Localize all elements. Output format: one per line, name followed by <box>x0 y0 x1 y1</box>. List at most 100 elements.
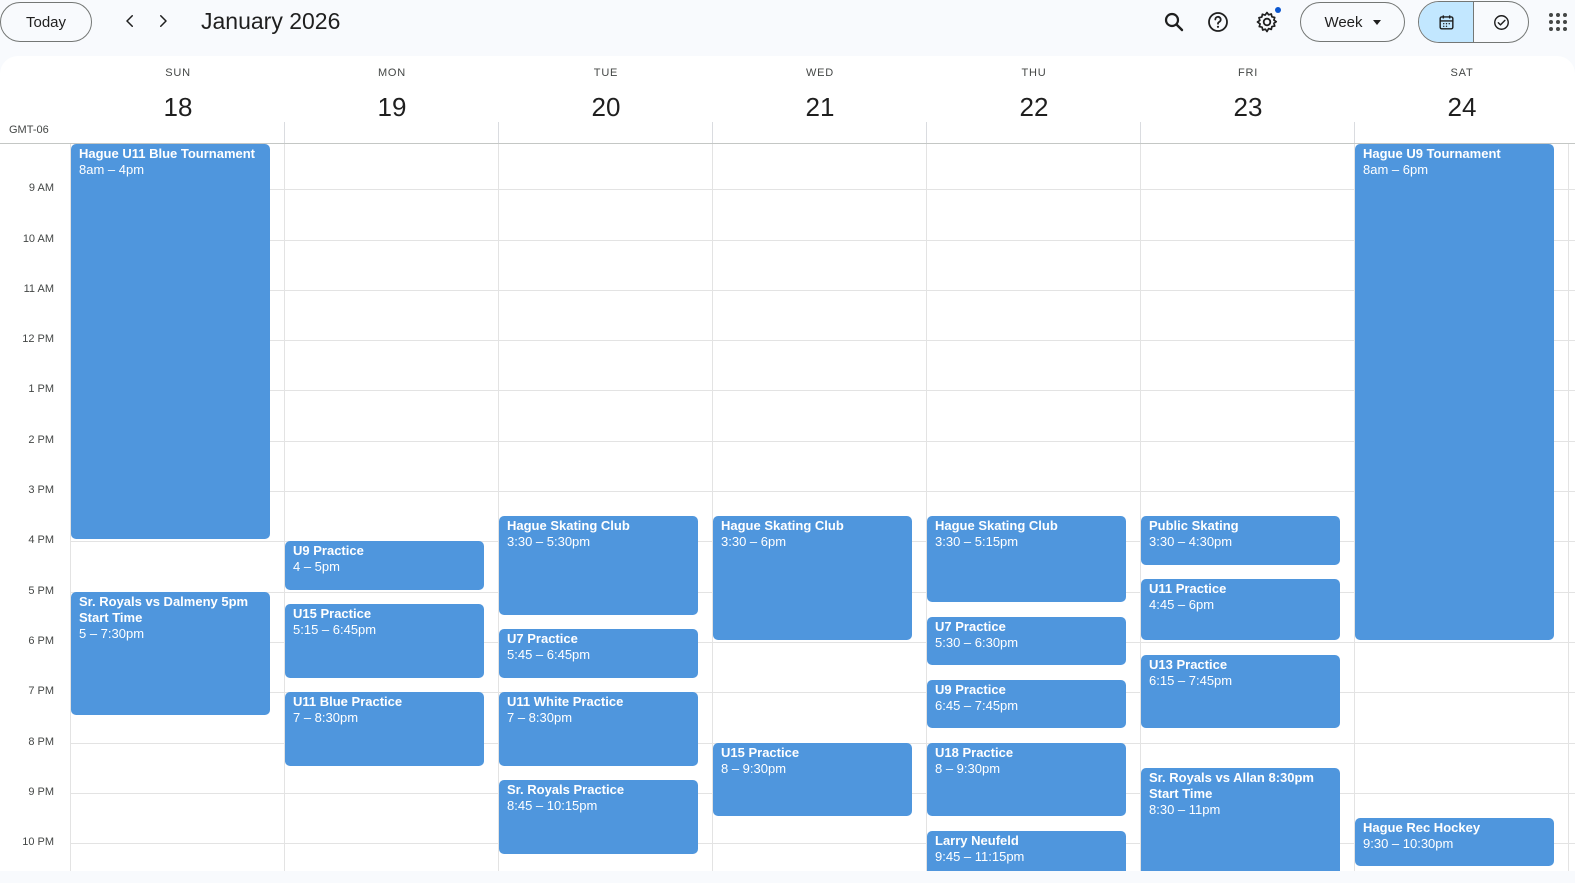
event-time: 3:30 – 5:30pm <box>507 534 591 549</box>
event-time: 6:45 – 7:45pm <box>935 698 1019 713</box>
previous-week-button[interactable] <box>115 6 145 36</box>
apps-grid-icon[interactable] <box>1548 12 1568 32</box>
time-grid[interactable]: 9 AM 10 AM 11 AM 12 PM 1 PM 2 PM 3 PM 4 PM 5 PM 6… <box>0 144 1575 871</box>
event-title: U11 Practice <box>1149 581 1227 596</box>
header-separator <box>1140 122 1141 144</box>
calendar-tasks-toggle <box>1418 1 1529 43</box>
time-label: 9 PM <box>28 786 54 798</box>
calendar-event[interactable]: U9 Practice 4 – 5pm <box>285 541 484 590</box>
calendar-event[interactable]: U18 Practice 8 – 9:30pm <box>927 743 1126 816</box>
calendar-event[interactable]: Sr. Royals vs Dalmeny 5pm Start Time 5 – … <box>71 592 270 715</box>
calendar-event[interactable]: Larry Neufeld 9:45 – 11:15pm <box>927 831 1126 871</box>
day-header-wed[interactable]: WED 21 <box>713 56 927 144</box>
chevron-right-icon <box>160 15 167 27</box>
calendar-event[interactable]: U7 Practice 5:45 – 6:45pm <box>499 629 698 678</box>
day-number[interactable]: 24 <box>1355 92 1569 123</box>
bottom-strip <box>0 871 1575 883</box>
event-title: Hague Skating Club <box>507 518 630 533</box>
calendar-event[interactable]: U11 White Practice 7 – 8:30pm <box>499 692 698 766</box>
day-header-mon[interactable]: MON 19 <box>285 56 499 144</box>
day-header-sun[interactable]: SUN 18 <box>71 56 285 144</box>
search-icon <box>1164 12 1184 32</box>
time-label: 6 PM <box>28 635 54 647</box>
calendar-event[interactable]: U7 Practice 5:30 – 6:30pm <box>927 617 1126 665</box>
help-button[interactable] <box>1202 6 1234 38</box>
day-header-fri[interactable]: FRI 23 <box>1141 56 1355 144</box>
day-header-thu[interactable]: THU 22 <box>927 56 1141 144</box>
event-title: U18 Practice <box>935 745 1014 760</box>
event-title: Sr. Royals Practice <box>507 782 625 797</box>
event-time: 5 – 7:30pm <box>79 626 145 641</box>
event-time: 8am – 4pm <box>79 162 145 177</box>
event-title: U15 Practice <box>721 745 800 760</box>
event-title: U13 Practice <box>1149 657 1228 672</box>
calendar-event[interactable]: U11 Blue Practice 7 – 8:30pm <box>285 692 484 766</box>
calendar-event[interactable]: Public Skating 3:30 – 4:30pm <box>1141 516 1340 565</box>
calendar-event[interactable]: U13 Practice 6:15 – 7:45pm <box>1141 655 1340 728</box>
hour-gridline <box>70 441 1575 442</box>
day-header-tue[interactable]: TUE 20 <box>499 56 713 144</box>
search-button[interactable] <box>1158 6 1190 38</box>
event-title: U7 Practice <box>507 631 578 646</box>
calendar-event[interactable]: Hague Skating Club 3:30 – 6pm <box>713 516 912 640</box>
day-number[interactable]: 18 <box>71 92 285 123</box>
calendar-event[interactable]: Hague Rec Hockey 9:30 – 10:30pm <box>1355 818 1554 866</box>
event-title: Hague Skating Club <box>935 518 1058 533</box>
time-label: 3 PM <box>28 484 54 496</box>
week-view-panel: SUN 18 MON 19 TUE 20 WED 21 THU 22 FRI 23 SAT 24 GMT-… <box>0 56 1575 871</box>
day-of-week-label: WED <box>805 67 835 79</box>
day-header-sat[interactable]: SAT 24 <box>1355 56 1569 144</box>
header-separator <box>498 122 499 144</box>
day-number[interactable]: 20 <box>499 92 713 123</box>
calendar-event[interactable]: Sr. Royals vs Allan 8:30pm Start Time 8:3… <box>1141 768 1340 871</box>
event-time: 4 – 5pm <box>293 559 340 574</box>
header-separator <box>712 122 713 144</box>
time-label: 10 AM <box>22 233 54 245</box>
event-title: Sr. Royals vs Dalmeny 5pm Start Time <box>79 594 249 625</box>
calendar-event[interactable]: U11 Practice 4:45 – 6pm <box>1141 579 1340 640</box>
time-label: 5 PM <box>28 585 54 597</box>
calendar-event[interactable]: U9 Practice 6:45 – 7:45pm <box>927 680 1126 728</box>
day-number[interactable]: 21 <box>713 92 927 123</box>
hour-gridline <box>70 390 1575 391</box>
day-of-week-label: SUN <box>165 67 191 79</box>
top-toolbar: Today January 2026 Week <box>0 0 1575 56</box>
event-title: U7 Practice <box>935 619 1006 634</box>
day-number[interactable]: 23 <box>1141 92 1355 123</box>
hour-gridline <box>70 240 1575 241</box>
current-month-title: January 2026 <box>201 8 341 34</box>
help-icon <box>1208 12 1228 32</box>
notification-dot <box>1275 7 1281 13</box>
time-label: 11 AM <box>23 283 54 295</box>
calendar-view-toggle[interactable] <box>1419 2 1474 42</box>
event-time: 8am – 6pm <box>1363 162 1429 177</box>
calendar-event[interactable]: Sr. Royals Practice 8:45 – 10:15pm <box>499 780 698 854</box>
calendar-event[interactable]: Hague Skating Club 3:30 – 5:30pm <box>499 516 698 615</box>
calendar-event[interactable]: U15 Practice 5:15 – 6:45pm <box>285 604 484 678</box>
day-number[interactable]: 19 <box>285 92 499 123</box>
day-number[interactable]: 22 <box>927 92 1141 123</box>
calendar-event[interactable]: Hague U9 Tournament 8am – 6pm <box>1355 144 1554 640</box>
calendar-event[interactable]: U15 Practice 8 – 9:30pm <box>713 743 912 816</box>
event-time: 8:45 – 10:15pm <box>507 798 598 813</box>
tasks-view-toggle[interactable] <box>1474 2 1528 42</box>
time-label: 8 PM <box>28 736 54 748</box>
timezone-label: GMT-06 <box>9 124 49 136</box>
header-separator <box>926 122 927 144</box>
event-time: 9:45 – 11:15pm <box>935 849 1025 864</box>
day-column-divider <box>1568 144 1569 871</box>
next-week-button[interactable] <box>148 6 178 36</box>
calendar-event[interactable]: Hague Skating Club 3:30 – 5:15pm <box>927 516 1126 602</box>
event-time: 7 – 8:30pm <box>507 710 573 725</box>
event-title: Sr. Royals vs Allan 8:30pm Start Time <box>1149 770 1314 801</box>
view-switcher-button[interactable]: Week <box>1300 2 1405 42</box>
today-button[interactable]: Today <box>0 2 92 42</box>
event-title: Larry Neufeld <box>935 833 1019 848</box>
event-title: U11 Blue Practice <box>293 694 403 709</box>
event-time: 9:30 – 10:30pm <box>1363 836 1454 851</box>
event-title: U11 White Practice <box>507 694 624 709</box>
hour-gridline <box>70 290 1575 291</box>
event-title: U15 Practice <box>293 606 372 621</box>
calendar-event[interactable]: Hague U11 Blue Tournament 8am – 4pm <box>71 144 270 539</box>
settings-button[interactable] <box>1251 6 1283 38</box>
